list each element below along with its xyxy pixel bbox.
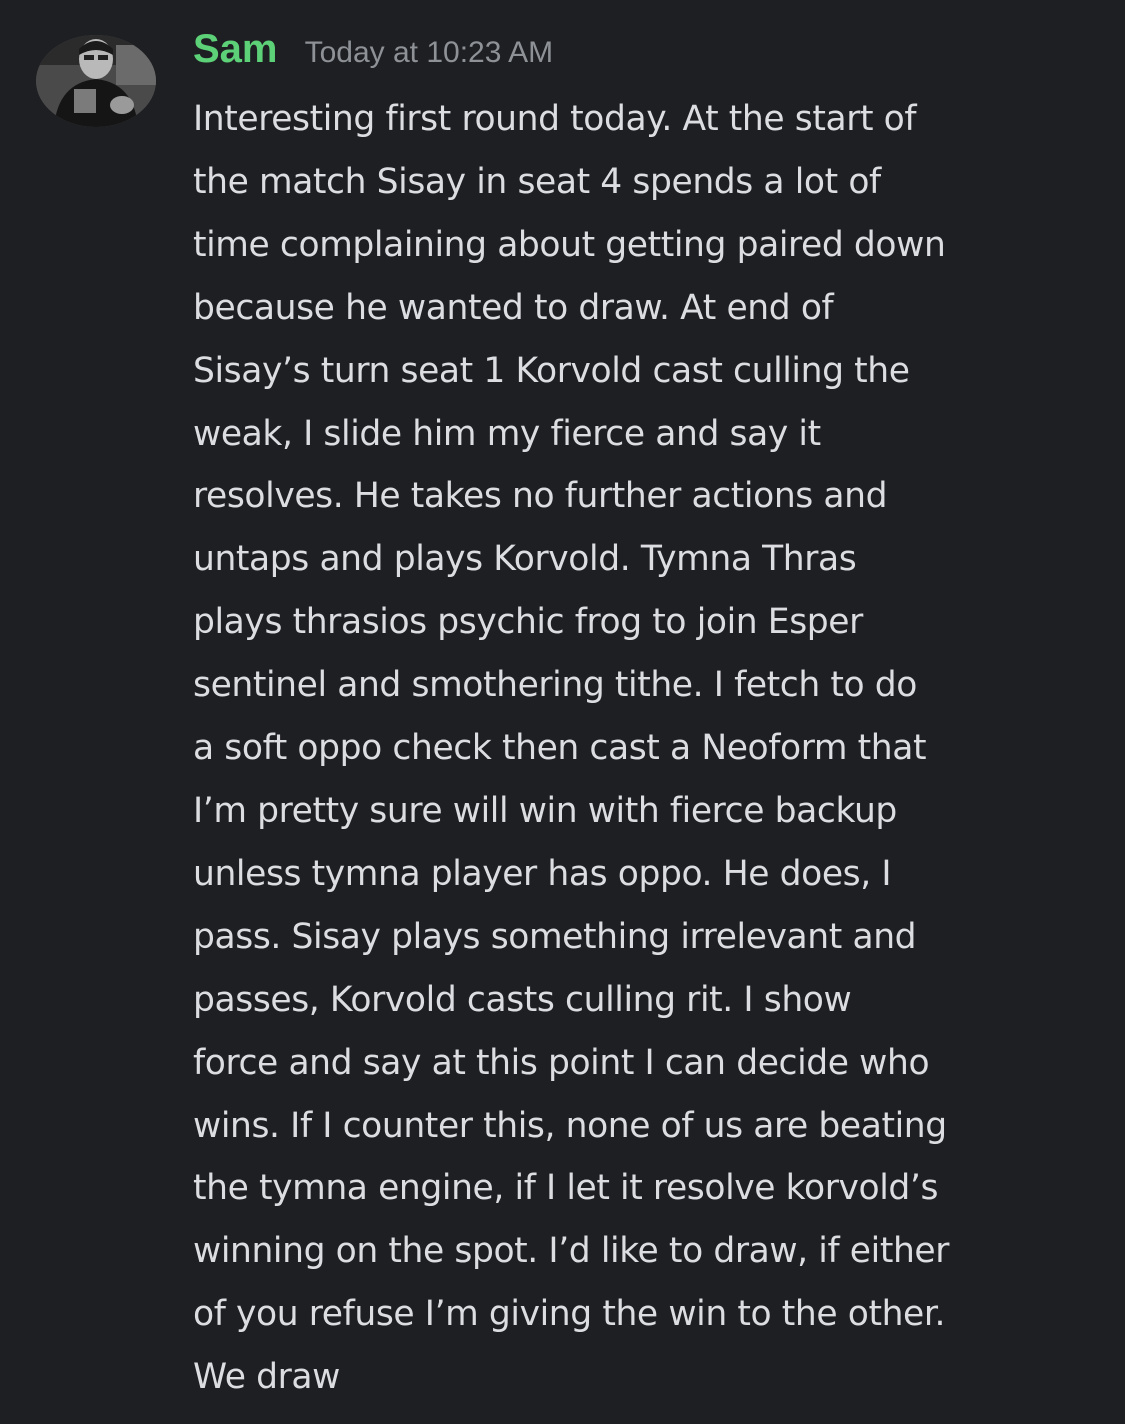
message-line: We draw xyxy=(193,1357,340,1398)
message-line: Interesting first round today. At the st… xyxy=(193,99,917,139)
message-line: I’m pretty sure will win with fierce bac… xyxy=(193,790,897,831)
message-line: pass. Sisay plays something irrelevant a… xyxy=(193,916,917,957)
message-line: plays thrasios psychic frog to join Espe… xyxy=(193,602,863,643)
message-line: untaps and plays Korvold. Tymna Thras xyxy=(193,539,857,580)
message-line: Sisay’s turn seat 1 Korvold cast culling… xyxy=(193,350,910,391)
user-avatar[interactable] xyxy=(36,35,156,127)
message-line: passes, Korvold casts culling rit. I sho… xyxy=(193,979,852,1020)
timestamp: Today at 10:23 AM xyxy=(304,36,554,69)
message-line: wins. If I counter this, none of us are … xyxy=(193,1105,947,1146)
message-line: of you refuse I’m giving the win to the … xyxy=(193,1294,946,1335)
avatar-photo-icon xyxy=(36,35,156,127)
message-content: Interesting first round today. At the st… xyxy=(193,88,1093,1409)
message-line: unless tymna player has oppo. He does, I xyxy=(193,853,892,894)
message-line: the match Sisay in seat 4 spends a lot o… xyxy=(193,161,881,202)
message-line: time complaining about getting paired do… xyxy=(193,224,946,265)
message-line: weak, I slide him my fierce and say it xyxy=(193,413,821,454)
message-line: a soft oppo check then cast a Neoform th… xyxy=(193,728,927,769)
message-line: force and say at this point I can decide… xyxy=(193,1042,930,1083)
message-line: winning on the spot. I’d like to draw, i… xyxy=(193,1231,950,1272)
message-line: resolves. He takes no further actions an… xyxy=(193,476,888,517)
username[interactable]: Sam xyxy=(193,27,278,72)
message-line: because he wanted to draw. At end of xyxy=(193,287,834,328)
message-line: sentinel and smothering tithe. I fetch t… xyxy=(193,665,918,706)
message-line: the tymna engine, if I let it resolve ko… xyxy=(193,1168,939,1209)
message-header: Sam Today at 10:23 AM xyxy=(193,27,553,87)
chat-message: Sam Today at 10:23 AM Interesting first … xyxy=(0,0,1125,1424)
